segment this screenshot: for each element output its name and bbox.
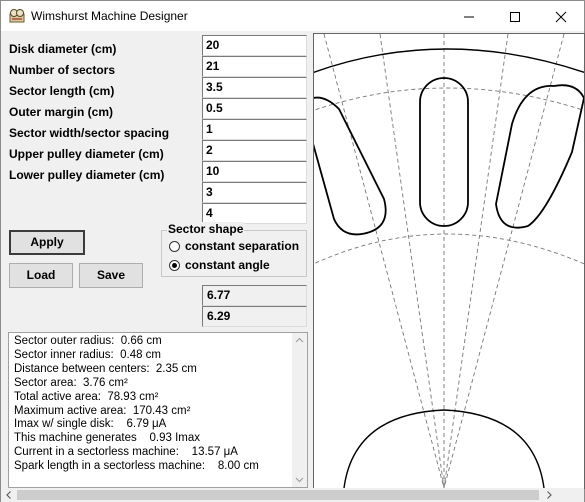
radio-label: constant angle	[185, 258, 270, 272]
load-button[interactable]: Load	[9, 263, 73, 288]
machine-drawing	[314, 34, 584, 488]
output-line: This machine generates 0.93 Imax	[14, 432, 201, 445]
maximize-button[interactable]	[492, 1, 538, 31]
disk-diameter-label: Disk diameter (cm)	[9, 42, 117, 56]
save-button[interactable]: Save	[79, 263, 143, 288]
outer-radius-arc	[314, 87, 584, 111]
sector-width-spacing-input[interactable]: 1	[202, 119, 307, 140]
output-line: Sector outer radius: 0.66 cm	[14, 335, 162, 347]
sectors	[314, 77, 584, 236]
output-line: Spark length in a sectorless machine: 8.…	[14, 460, 259, 473]
number-of-sectors-input[interactable]: 21	[202, 56, 307, 77]
output-line: Imax w/ single disk: 6.79 μA	[14, 418, 167, 431]
extra-field-2[interactable]: 4	[202, 203, 307, 224]
radio-button[interactable]	[169, 241, 180, 252]
minimize-button[interactable]	[446, 1, 492, 31]
output-vertical-scrollbar[interactable]	[292, 333, 307, 487]
machine-icon	[9, 8, 25, 24]
minimize-icon	[464, 16, 474, 18]
inner-radius-arc	[314, 233, 584, 265]
result-value-1: 6.77	[202, 285, 307, 306]
output-line: Distance between centers: 2.35 cm	[14, 362, 197, 375]
close-icon	[555, 11, 567, 23]
apply-button[interactable]: Apply	[9, 230, 85, 255]
radio-label: constant separation	[185, 239, 300, 253]
horizontal-scroll-thumb[interactable]	[17, 490, 539, 500]
scroll-down-arrow-icon[interactable]	[292, 472, 307, 487]
outer-margin-label: Outer margin (cm)	[9, 105, 114, 119]
result-value-2: 6.29	[202, 306, 307, 327]
output-line: Maximum active area: 170.43 cm²	[14, 404, 191, 417]
maximize-icon	[510, 12, 520, 22]
scroll-up-arrow-icon[interactable]	[292, 333, 307, 348]
window-title: Wimshurst Machine Designer	[31, 9, 188, 23]
outer-margin-input[interactable]: 0.5	[202, 98, 307, 119]
extra-field-1[interactable]: 3	[202, 182, 307, 203]
guide-rays	[323, 34, 565, 488]
disk-diameter-input[interactable]: 20	[202, 35, 307, 56]
scroll-left-arrow-icon[interactable]	[2, 488, 16, 502]
upper-pulley-diameter-label: Upper pulley diameter (cm)	[9, 147, 164, 161]
output-line: Current in a sectorless machine: 13.57 μ…	[14, 446, 238, 459]
design-canvas[interactable]	[313, 33, 585, 489]
sector-shape-title: Sector shape	[167, 222, 245, 236]
app-window: Wimshurst Machine Designer Disk diameter…	[0, 0, 585, 502]
lower-pulley-diameter-input[interactable]: 10	[202, 161, 307, 182]
radio-button[interactable]	[169, 260, 180, 271]
sector-left	[314, 96, 387, 236]
upper-pulley-diameter-input[interactable]: 2	[202, 140, 307, 161]
output-line: Total active area: 78.93 cm²	[14, 390, 159, 403]
scroll-right-arrow-icon[interactable]	[542, 488, 556, 502]
title-bar: Wimshurst Machine Designer	[1, 1, 584, 31]
number-of-sectors-label: Number of sectors	[9, 63, 116, 77]
close-button[interactable]	[538, 1, 584, 31]
horizontal-scrollbar[interactable]	[1, 488, 584, 502]
sector-length-input[interactable]: 3.5	[202, 77, 307, 98]
radio-selected-dot	[172, 263, 177, 268]
sector-length-label: Sector length (cm)	[9, 84, 115, 98]
lower-pulley-diameter-label: Lower pulley diameter (cm)	[9, 168, 165, 182]
output-lines: Sector outer radius: 0.66 cm Sector inne…	[14, 335, 294, 474]
output-line: Sector inner radius: 0.48 cm	[14, 348, 162, 361]
output-line: Sector area: 3.76 cm²	[14, 376, 128, 389]
sector-width-spacing-label: Sector width/sector spacing	[9, 126, 170, 140]
disk-outer-arc	[314, 48, 584, 74]
output-text-area[interactable]: Sector outer radius: 0.66 cm Sector inne…	[8, 332, 308, 488]
